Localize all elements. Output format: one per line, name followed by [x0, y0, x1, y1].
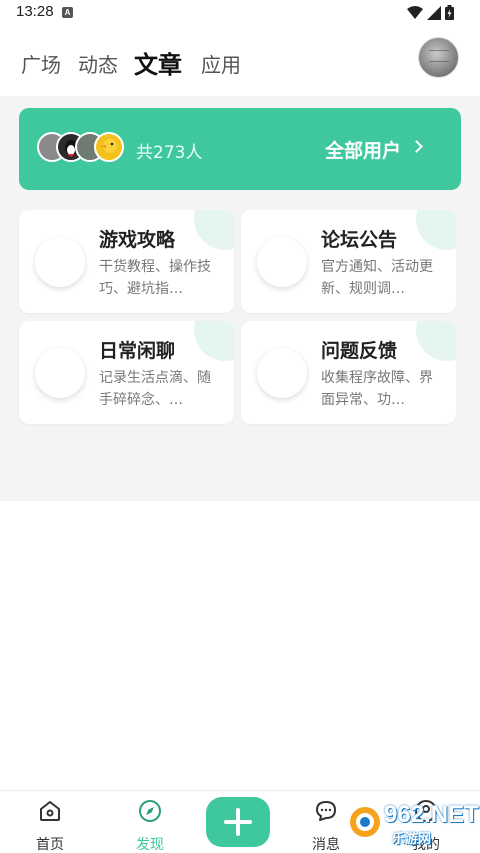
card-decoration	[416, 210, 456, 250]
nav-home-label: 首页	[36, 837, 64, 853]
category-icon	[257, 237, 307, 287]
notification-a-icon: A	[62, 7, 73, 18]
category-title: 问题反馈	[321, 340, 398, 362]
all-users-banner[interactable]: 共273人 全部用户	[19, 108, 461, 190]
category-description: 干货教程、操作技巧、避坑指…	[99, 259, 211, 297]
category-description: 官方通知、活动更新、规则调…	[321, 259, 433, 297]
nav-discover[interactable]: 发现	[110, 791, 190, 853]
card-decoration	[194, 210, 234, 250]
category-card-feedback[interactable]: 问题反馈 收集程序故障、界面异常、功…	[241, 321, 456, 424]
nav-home[interactable]: 首页	[10, 791, 90, 853]
nav-discover-label: 发现	[136, 837, 164, 853]
compass-icon	[139, 800, 161, 822]
watermark-logo-icon	[350, 807, 380, 837]
create-post-button[interactable]	[206, 797, 270, 847]
battery-icon	[445, 5, 454, 20]
wifi-icon	[407, 5, 423, 19]
category-card-guides[interactable]: 游戏攻略 干货教程、操作技巧、避坑指…	[19, 210, 234, 313]
tab-apps[interactable]: 应用	[201, 49, 241, 78]
category-title: 日常闲聊	[99, 340, 176, 362]
category-card-announcements[interactable]: 论坛公告 官方通知、活动更新、规则调…	[241, 210, 456, 313]
card-decoration	[416, 321, 456, 361]
status-indicators	[407, 5, 454, 20]
signal-icon	[427, 5, 441, 20]
chat-icon	[316, 801, 336, 821]
home-icon	[40, 801, 60, 821]
user-avatar-stack	[37, 132, 147, 164]
all-users-link[interactable]: 全部用户	[325, 136, 401, 163]
watermark-text: 乐游网	[392, 832, 432, 847]
category-icon	[35, 348, 85, 398]
tab-articles[interactable]: 文章	[134, 45, 182, 80]
profile-avatar[interactable]	[418, 37, 459, 78]
watermark-number: 962.NET	[384, 801, 479, 828]
duck-icon	[101, 139, 117, 153]
tab-feed[interactable]: 动态	[78, 49, 118, 78]
status-bar: 13:28 A	[0, 0, 480, 26]
category-description: 记录生活点滴、随手碎碎念、…	[99, 370, 211, 408]
card-decoration	[194, 321, 234, 361]
category-icon	[35, 237, 85, 287]
user-count: 共273人	[136, 143, 203, 163]
content-area: 共273人 全部用户 游戏攻略 干货教程、操作技巧、避坑指… 论坛公告 官方通知…	[0, 96, 480, 501]
category-card-chat[interactable]: 日常闲聊 记录生活点滴、随手碎碎念、…	[19, 321, 234, 424]
category-title: 论坛公告	[321, 229, 398, 251]
category-icon	[257, 348, 307, 398]
avatar	[94, 132, 124, 162]
category-title: 游戏攻略	[99, 229, 176, 251]
status-time: 13:28	[16, 3, 54, 20]
site-watermark: 962.NET 乐游网	[346, 799, 479, 847]
chevron-right-icon	[410, 140, 423, 153]
tab-square[interactable]: 广场	[21, 49, 61, 78]
top-nav: 广场 动态 文章 应用	[0, 26, 480, 96]
category-description: 收集程序故障、界面异常、功…	[321, 370, 433, 408]
